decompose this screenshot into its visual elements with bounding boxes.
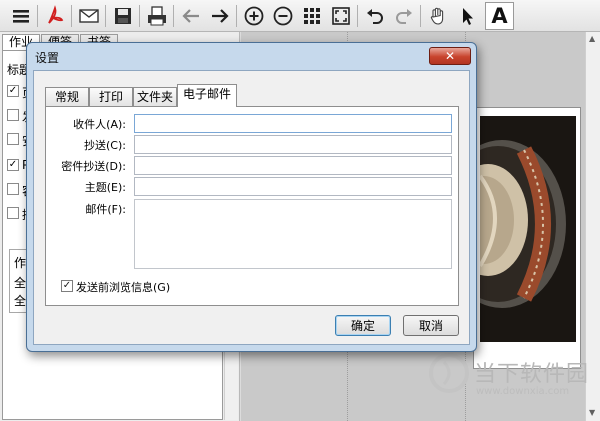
email-settings-panel: 收件人(A): 抄送(C): 密件抄送(D): 主题(E): 邮件(F): ✓ … — [45, 106, 459, 306]
body-label: 邮件(F): — [85, 203, 126, 216]
left-checkbox[interactable] — [7, 183, 19, 195]
close-button[interactable]: ✕ — [429, 47, 471, 65]
thumbnails-icon[interactable] — [297, 2, 326, 30]
watermark-logo-icon — [428, 352, 470, 394]
back-arrow-icon[interactable] — [176, 2, 205, 30]
subject-label: 主题(E): — [84, 181, 126, 194]
document-page[interactable] — [473, 107, 581, 369]
forward-arrow-icon[interactable] — [205, 2, 234, 30]
left-checkbox[interactable] — [7, 133, 19, 145]
bcc-label: 密件抄送(D): — [61, 160, 126, 173]
to-input[interactable] — [134, 114, 452, 133]
left-checkbox[interactable] — [7, 109, 19, 121]
list-item[interactable]: 全 — [14, 292, 26, 309]
menu-icon[interactable] — [6, 2, 35, 30]
select-arrow-icon[interactable] — [452, 2, 481, 30]
close-icon: ✕ — [444, 49, 456, 63]
to-label: 收件人(A): — [73, 118, 126, 131]
job-list-header: 作 — [14, 256, 27, 270]
hand-icon[interactable] — [423, 2, 452, 30]
toolbar-separator — [139, 4, 140, 27]
body-textarea[interactable] — [134, 199, 452, 269]
fit-page-icon[interactable] — [326, 2, 355, 30]
scroll-down-icon[interactable]: ▼ — [589, 408, 595, 417]
zoom-out-icon[interactable] — [268, 2, 297, 30]
cc-input[interactable] — [134, 135, 452, 154]
tab-folder[interactable]: 文件夹 — [133, 87, 177, 106]
zoom-in-icon[interactable] — [239, 2, 268, 30]
toolbar-separator — [71, 4, 72, 27]
left-checkbox[interactable]: ✓ — [7, 85, 19, 97]
toolbar-separator — [420, 4, 421, 27]
page-image — [480, 116, 576, 342]
left-checkbox[interactable]: ✓ — [7, 159, 19, 171]
toolbar-separator — [105, 4, 106, 27]
toolbar-separator — [173, 4, 174, 27]
left-checkbox[interactable] — [7, 207, 19, 219]
pdf-icon[interactable] — [40, 2, 69, 30]
watermark-text: 当下软件园 — [474, 362, 590, 387]
dialog-title: 设置 — [35, 51, 60, 65]
redo-icon[interactable] — [389, 2, 418, 30]
toolbar-separator — [37, 4, 38, 27]
save-icon[interactable] — [108, 2, 137, 30]
tab-email[interactable]: 电子邮件 — [177, 84, 237, 107]
cancel-button[interactable]: 取消 — [403, 315, 459, 336]
cc-label: 抄送(C): — [84, 139, 126, 152]
toolbar-separator — [236, 4, 237, 27]
email-icon[interactable] — [74, 2, 103, 30]
preview-checkbox[interactable]: ✓ — [61, 280, 73, 292]
dialog-client-area: 常规 打印 文件夹 电子邮件 收件人(A): 抄送(C): 密件抄送(D): 主… — [33, 70, 470, 345]
bcc-input[interactable] — [134, 156, 452, 175]
text-tool-letter: A — [491, 3, 508, 28]
preview-checkbox-label[interactable]: 发送前浏览信息(G) — [76, 279, 170, 295]
scroll-up-icon[interactable]: ▲ — [589, 34, 595, 43]
main-toolbar: A — [0, 0, 600, 32]
watermark-url: www.downxia.com — [476, 386, 570, 397]
settings-dialog: 设置 ✕ 常规 打印 文件夹 电子邮件 收件人(A): 抄送(C): 密件抄送(… — [26, 42, 477, 352]
list-item[interactable]: 全 — [14, 274, 26, 291]
toolbar-separator — [357, 4, 358, 27]
undo-icon[interactable] — [360, 2, 389, 30]
tab-general[interactable]: 常规 — [45, 87, 89, 106]
tab-print[interactable]: 打印 — [89, 87, 133, 106]
subject-input[interactable] — [134, 177, 452, 196]
text-select-icon[interactable]: A — [485, 1, 514, 30]
ok-button[interactable]: 确定 — [335, 315, 391, 336]
print-icon[interactable] — [142, 2, 171, 30]
